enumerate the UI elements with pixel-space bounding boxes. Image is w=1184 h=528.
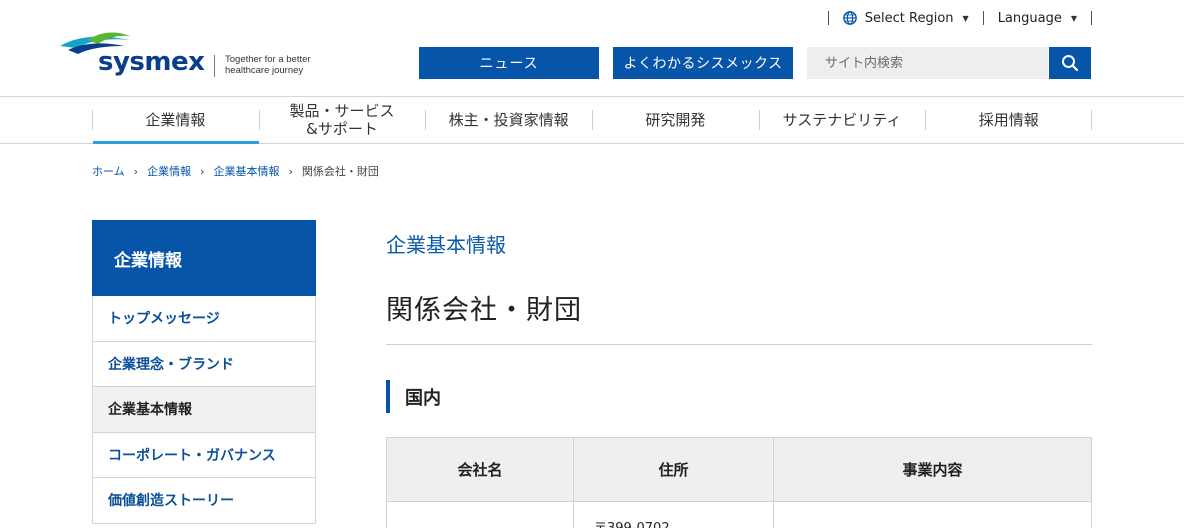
breadcrumb-basic-info-link[interactable]: 企業基本情報 (213, 163, 279, 179)
column-header-business: 事業内容 (773, 437, 1092, 502)
language-dropdown[interactable]: Language ▼ (984, 11, 1091, 26)
site-search-input[interactable] (807, 47, 1048, 79)
language-label: Language (997, 10, 1062, 26)
breadcrumb-home-link[interactable]: ホーム (92, 163, 125, 179)
sidebar-item-philosophy[interactable]: 企業理念・ブランド (92, 341, 316, 387)
active-indicator (93, 141, 259, 144)
nav-item-label: 採用情報 (978, 111, 1039, 129)
nav-item-label: 製品・サービス &サポート (289, 102, 395, 138)
nav-item-label: 株主・投資家情報 (448, 111, 569, 129)
nav-item-products[interactable]: 製品・サービス &サポート (258, 97, 426, 143)
search-button[interactable] (1049, 47, 1091, 79)
about-sysmex-button[interactable]: よくわかるシスメックス (613, 47, 793, 79)
column-header-address: 住所 (573, 437, 774, 502)
sidebar-item-governance[interactable]: コーポレート・ガバナンス (92, 432, 316, 478)
company-name-cell[interactable] (386, 501, 574, 528)
sidebar-item-basic-info[interactable]: 企業基本情報 (92, 387, 316, 433)
section-heading: 国内 (386, 380, 441, 413)
select-region-dropdown[interactable]: Select Region ▼ (829, 11, 983, 26)
sidebar: 企業情報 トップメッセージ 企業理念・ブランド 企業基本情報 コーポレート・ガバ… (92, 220, 316, 524)
table-header-row: 会社名 住所 事業内容 (386, 437, 1092, 502)
global-nav: 企業情報 製品・サービス &サポート 株主・投資家情報 研究開発 サステナビリテ… (0, 96, 1184, 144)
sidebar-item-value-story[interactable]: 価値創造ストーリー (92, 478, 316, 524)
sidebar-title[interactable]: 企業情報 (92, 220, 316, 296)
address-cell: 〒399-0702 (573, 501, 774, 528)
utility-bar: Select Region ▼ Language ▼ (827, 8, 1092, 28)
sidebar-item-top-message[interactable]: トップメッセージ (92, 296, 316, 342)
nav-item-corporate[interactable]: 企業情報 (92, 97, 259, 144)
nav-item-label: 企業情報 (145, 111, 206, 129)
nav-item-sustainability[interactable]: サステナビリティ (758, 97, 926, 143)
column-header-company: 会社名 (386, 437, 574, 502)
business-cell (773, 501, 1092, 528)
nav-item-label: サステナビリティ (782, 111, 902, 129)
nav-item-investors[interactable]: 株主・投資家情報 (425, 97, 592, 143)
affiliates-table: 会社名 住所 事業内容 〒399-0702 (386, 437, 1092, 528)
table-row: 〒399-0702 (386, 501, 1092, 528)
news-button[interactable]: ニュース (419, 47, 599, 79)
nav-item-label: 研究開発 (645, 111, 706, 129)
breadcrumb-current: 関係会社・財団 (301, 165, 379, 178)
divider (1091, 11, 1092, 25)
breadcrumb: ホーム › 企業情報 › 企業基本情報 › 関係会社・財団 (92, 163, 379, 179)
select-region-label: Select Region (864, 10, 954, 26)
globe-icon (842, 11, 857, 25)
logo-tagline: Together for a better healthcare journey (225, 54, 311, 76)
sysmex-logo[interactable]: sysmex Together for a better healthcare … (58, 30, 328, 80)
chevron-right-icon: › (133, 164, 139, 178)
page-category: 企業基本情報 (386, 233, 506, 257)
title-divider (386, 344, 1092, 345)
nav-item-research[interactable]: 研究開発 (592, 97, 759, 143)
chevron-right-icon: › (288, 164, 293, 178)
page-title: 関係会社・財団 (386, 295, 582, 326)
caret-down-icon: ▼ (1070, 13, 1077, 23)
breadcrumb-corporate-link[interactable]: 企業情報 (147, 163, 191, 179)
chevron-right-icon: › (200, 164, 205, 178)
nav-item-careers[interactable]: 採用情報 (925, 97, 1092, 143)
search-icon (1062, 55, 1079, 72)
logo-wordmark: sysmex (98, 47, 205, 77)
caret-down-icon: ▼ (962, 13, 969, 23)
logo-divider (214, 55, 215, 77)
